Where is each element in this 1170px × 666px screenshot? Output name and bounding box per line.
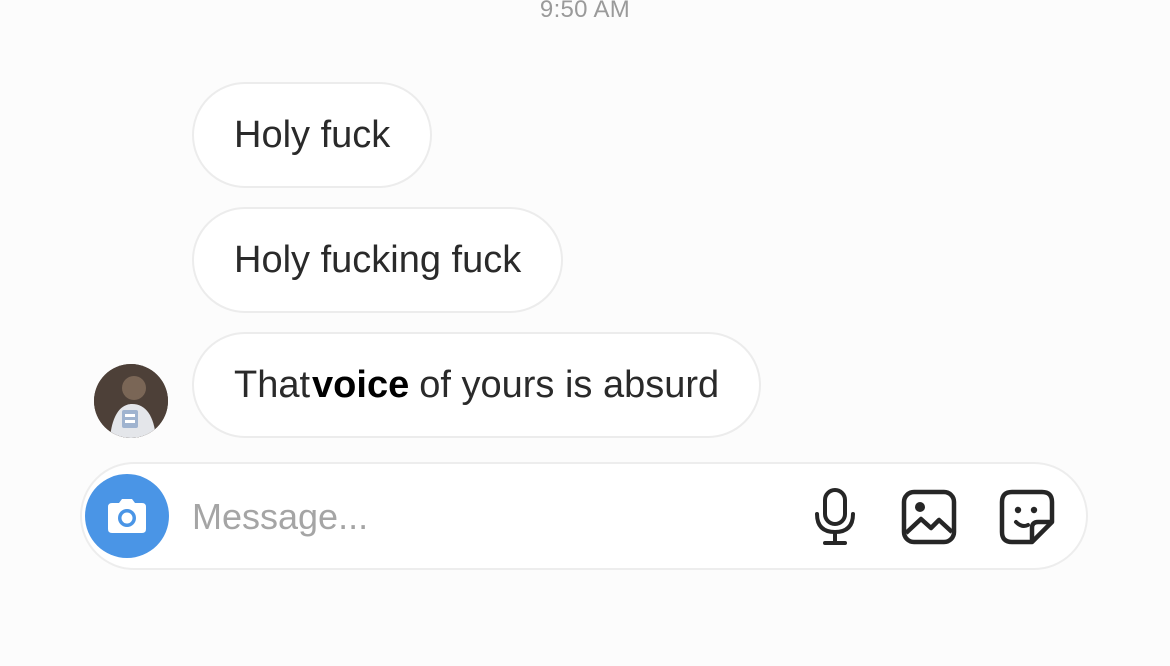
microphone-icon — [815, 488, 855, 545]
message-bubble[interactable]: That voice of yours is absurd — [192, 332, 762, 438]
message-bubble[interactable]: Holy fucking fuck — [192, 207, 564, 313]
message-text-highlight: voice — [312, 363, 410, 406]
sender-avatar[interactable] — [94, 364, 168, 438]
camera-icon — [108, 499, 146, 533]
gallery-button[interactable] — [898, 486, 960, 548]
sticker-icon — [999, 489, 1055, 545]
message-timestamp: 9:50 AM — [539, 0, 631, 23]
camera-button[interactable] — [85, 474, 169, 558]
message-input[interactable] — [192, 494, 752, 540]
chat-screen: 9:50 AM Holy fuck Holy fucking fuck That… — [0, 0, 1170, 666]
avatar-image — [94, 364, 168, 438]
sticker-button[interactable] — [996, 486, 1058, 548]
message-text-suffix: of yours is absurd — [419, 363, 720, 406]
message-text: Holy fuck — [234, 113, 391, 156]
message-composer — [80, 462, 1088, 570]
message-bubble[interactable]: Holy fuck — [192, 82, 433, 188]
gallery-icon — [901, 489, 957, 545]
voice-message-button[interactable] — [804, 486, 866, 548]
message-text-prefix: That — [234, 363, 311, 406]
message-text: Holy fucking fuck — [234, 238, 522, 281]
